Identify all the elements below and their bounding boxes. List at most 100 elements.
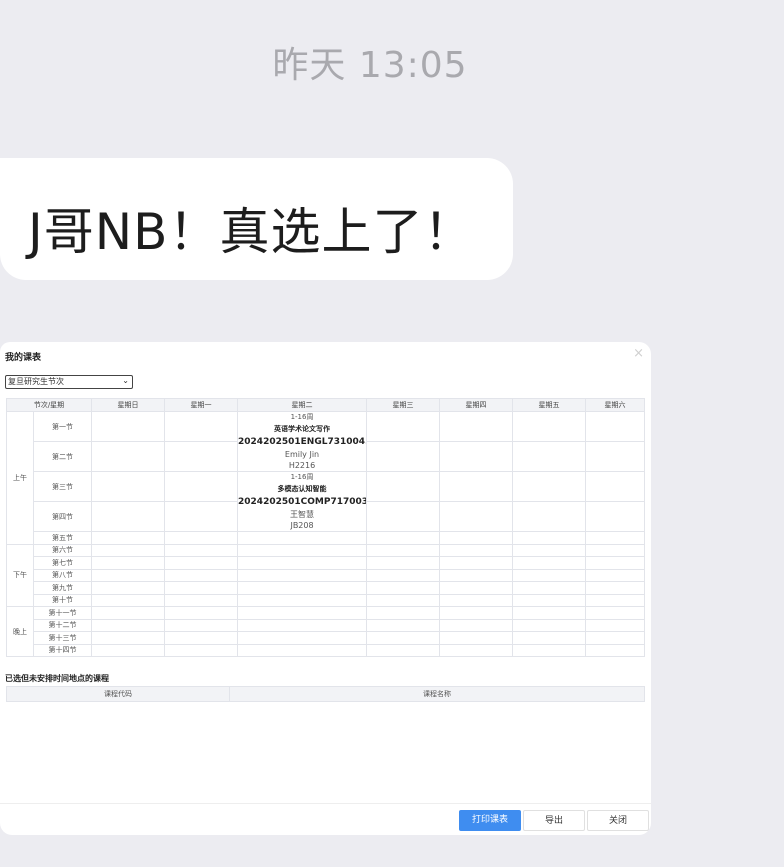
table-row: 第七节 [7, 556, 646, 570]
slot-cell [91, 471, 166, 502]
slot-cell [237, 543, 368, 557]
course-teacher: Emily Jin [284, 450, 320, 459]
slot-cell [439, 501, 514, 532]
slot-cell [366, 581, 441, 595]
course-cell-multimodal[interactable]: 1-16周 多模态认知智能 2024202501COMP717003.01 王智… [237, 471, 368, 532]
slot-cell [91, 411, 166, 442]
slot-cell [512, 631, 587, 645]
slot-cell [366, 606, 441, 620]
course-weeks: 1-16周 [290, 473, 314, 481]
group-afternoon: 下午 [6, 543, 34, 607]
header-friday: 星期五 [512, 398, 587, 412]
slot-cell [585, 471, 646, 502]
slot-cell [164, 581, 239, 595]
table-row: 第五节 [7, 531, 646, 545]
header-sunday: 星期日 [91, 398, 166, 412]
period-label: 第十节 [32, 593, 93, 607]
slot-cell [91, 631, 166, 645]
chevron-down-icon: ⌄ [122, 376, 129, 385]
period-label: 第六节 [32, 543, 93, 557]
close-button[interactable]: 关闭 [587, 810, 649, 831]
slot-cell [237, 606, 368, 620]
close-icon[interactable]: × [633, 346, 644, 361]
period-label: 第三节 [32, 471, 93, 502]
slot-cell [164, 411, 239, 442]
header-tuesday: 星期二 [237, 398, 368, 412]
slot-cell [512, 411, 587, 442]
slot-cell [439, 593, 514, 607]
slot-cell [439, 618, 514, 632]
slot-cell [512, 543, 587, 557]
slot-cell [366, 593, 441, 607]
slot-cell [512, 531, 587, 545]
header-course-code: 课程代码 [6, 686, 230, 702]
export-button[interactable]: 导出 [523, 810, 585, 831]
course-name: 多模态认知智能 [277, 485, 327, 493]
slot-cell [164, 471, 239, 502]
slot-cell [512, 618, 587, 632]
slot-cell [164, 643, 239, 657]
table-row: 第十节 [7, 593, 646, 607]
dialog-title: 我的课表 [5, 353, 42, 363]
slot-cell [164, 631, 239, 645]
slot-cell [439, 543, 514, 557]
slot-cell [366, 441, 441, 472]
period-label: 第二节 [32, 441, 93, 472]
slot-cell [512, 501, 587, 532]
image-message[interactable]: 我的课表 × 复旦研究生节次 ⌄ 节次/星期 星期日 星期一 星期二 星期三 星… [0, 342, 651, 835]
course-code: 2024202501COMP717003.01 [238, 497, 367, 507]
slot-cell [439, 441, 514, 472]
slot-cell [439, 411, 514, 442]
period-label: 第五节 [32, 531, 93, 545]
unscheduled-header-row: 课程代码 课程名称 [6, 686, 645, 702]
course-name: 英语学术论文写作 [274, 425, 331, 433]
slot-cell [439, 531, 514, 545]
group-evening: 晚上 [6, 606, 34, 657]
slot-cell [237, 593, 368, 607]
print-schedule-button[interactable]: 打印课表 [459, 810, 521, 831]
chat-timestamp: 昨天 13:05 [272, 45, 468, 86]
slot-cell [366, 501, 441, 532]
slot-cell [91, 556, 166, 570]
slot-cell [439, 631, 514, 645]
slot-cell [585, 543, 646, 557]
slot-cell [91, 618, 166, 632]
slot-cell [439, 606, 514, 620]
slot-cell [439, 643, 514, 657]
period-label: 第七节 [32, 556, 93, 570]
slot-cell [366, 471, 441, 502]
slot-cell [439, 568, 514, 582]
table-row: 第十四节 [7, 643, 646, 657]
schedule-header-row: 节次/星期 星期日 星期一 星期二 星期三 星期四 星期五 星期六 [5, 398, 646, 412]
header-saturday: 星期六 [585, 398, 646, 412]
course-cell-english-writing[interactable]: 1-16周 英语学术论文写作 2024202501ENGL731004.26 E… [237, 411, 368, 472]
course-room: JB208 [290, 521, 314, 530]
semester-select[interactable]: 复旦研究生节次 ⌄ [5, 375, 133, 389]
period-label: 第十二节 [32, 618, 93, 632]
slot-cell [585, 593, 646, 607]
slot-cell [91, 568, 166, 582]
slot-cell [585, 618, 646, 632]
slot-cell [512, 581, 587, 595]
table-row: 第三节 1-16周 多模态认知智能 2024202501COMP717003.0… [7, 471, 646, 532]
slot-cell [585, 501, 646, 532]
slot-cell [164, 606, 239, 620]
period-label: 第四节 [32, 501, 93, 532]
table-row: 第八节 [7, 568, 646, 582]
table-row: 晚上 第十一节 [6, 606, 646, 657]
slot-cell [439, 556, 514, 570]
header-monday: 星期一 [164, 398, 239, 412]
slot-cell [91, 543, 166, 557]
slot-cell [164, 543, 239, 557]
table-row: 上午 第一节 1-16周 英语学术论文写作 2024202501ENGL7310… [6, 411, 646, 545]
slot-cell [237, 643, 368, 657]
period-label: 第十三节 [32, 631, 93, 645]
slot-cell [237, 531, 368, 545]
message-bubble[interactable]: J哥NB！真选上了！ [0, 158, 513, 280]
slot-cell [512, 568, 587, 582]
table-row: 下午 第六节 [6, 543, 646, 607]
header-period-weekday: 节次/星期 [5, 398, 93, 412]
table-row: 第十三节 [7, 631, 646, 645]
slot-cell [164, 593, 239, 607]
slot-cell [164, 556, 239, 570]
